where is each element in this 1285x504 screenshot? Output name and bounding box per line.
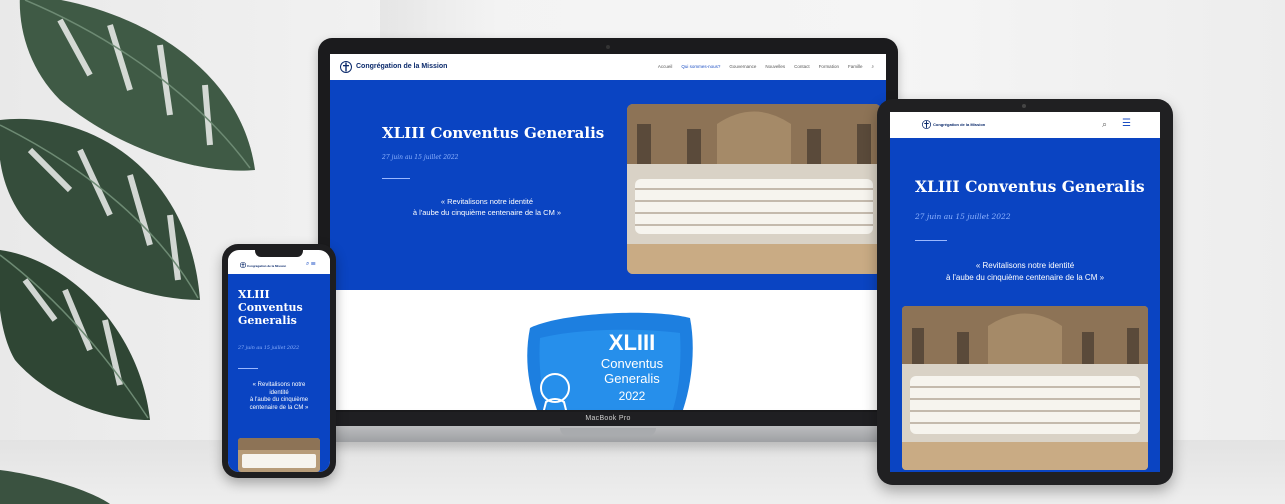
hero-quote-line-4: centenaire de la CM » [249, 404, 309, 411]
hero-quote-line-1: « Revitalisons notre [252, 382, 306, 388]
hero-title-line-2: Conventus [238, 301, 303, 314]
phone-screen: Congrégation de la Mission ⌕ ☰ XLIII Con… [228, 250, 330, 472]
hero-date: 27 juin au 15 juillet 2022 [238, 346, 300, 351]
tablet-screen: Congrégation de la Mission ⌕ ☰ XLIII Con… [890, 112, 1160, 472]
search-icon[interactable]: ⌕ [871, 64, 874, 69]
nav-item-famille[interactable]: Famille [848, 64, 863, 69]
site-logo-text[interactable]: Congrégation de la Mission [933, 122, 985, 127]
tablet-navbar: Congrégation de la Mission ⌕ ☰ [890, 112, 1160, 138]
group-photo [238, 438, 320, 472]
search-icon[interactable]: ⌕ [306, 261, 309, 267]
nav-item-accueil[interactable]: Accueil [658, 64, 673, 69]
hamburger-menu-icon[interactable]: ☰ [311, 261, 316, 267]
hero-date: 27 juin au 15 juillet 2022 [382, 154, 459, 161]
event-logo-line-4: 2022 [619, 389, 646, 403]
hero-divider [238, 368, 258, 369]
group-photo [627, 104, 881, 274]
cross-logo-icon [240, 261, 246, 269]
cross-logo-icon [340, 61, 352, 73]
tablet-camera [1022, 104, 1026, 108]
hero-divider [382, 178, 410, 179]
site-logo-text[interactable]: Congrégation de la Mission [247, 264, 286, 268]
hero-quote-line-3: à l'aube du cinquième [249, 397, 309, 403]
hero-title: XLIII Conventus Generalis [915, 177, 1145, 196]
hero-title: XLIII Conventus Generalis [382, 124, 605, 142]
site-logo-text[interactable]: Congrégation de la Mission [356, 63, 447, 70]
hero-title-line-1: XLIII [238, 288, 270, 301]
nav-item-nouvelles[interactable]: Nouvelles [765, 64, 785, 69]
event-logo-line-3: Generalis [604, 371, 660, 386]
nav-item-contact[interactable]: Contact [794, 64, 810, 69]
hero-divider [915, 240, 947, 241]
hero-quote-line-2: à l'aube du cinquième centenaire de la C… [412, 208, 562, 217]
laptop-screen: Congrégation de la Mission Accueil Qui s… [330, 54, 886, 410]
hero-quote: « Revitalisons notre identité à l'aube d… [234, 382, 324, 412]
nav-item-gouvernance[interactable]: Gouvernance [729, 64, 756, 69]
nav-item-formation[interactable]: Formation [819, 64, 839, 69]
cross-logo-icon [922, 120, 931, 129]
hero-quote-line-2: identité [269, 389, 289, 396]
hero-quote-line-1: « Revitalisons notre identité [975, 261, 1075, 270]
laptop-model-label: MacBook Pro [585, 415, 631, 422]
hero-quote-line-1: « Revitalisons notre identité [440, 197, 534, 206]
laptop-navbar: Congrégation de la Mission Accueil Qui s… [330, 54, 886, 81]
nav-item-qui-sommes-nous[interactable]: Qui sommes-nous? [681, 64, 720, 69]
laptop-nav-menu: Accueil Qui sommes-nous? Gouvernance Nou… [658, 64, 874, 69]
hero-quote: « Revitalisons notre identité à l'aube d… [900, 260, 1150, 284]
hero-quote-line-2: à l'aube du cinquième centenaire de la C… [945, 273, 1105, 282]
group-photo [902, 306, 1148, 470]
hero-title: XLIII Conventus Generalis [238, 288, 328, 327]
laptop-camera [606, 45, 610, 49]
event-logo-artwork: XLIII Conventus Generalis 2022 [527, 312, 693, 410]
hero-date: 27 juin au 15 juillet 2022 [915, 212, 1011, 221]
phone-nav-icons: ⌕ ☰ [306, 261, 316, 268]
hero-quote: « Revitalisons notre identité à l'aube d… [382, 196, 592, 218]
event-logo-line-2: Conventus [601, 356, 664, 371]
phone-navbar: Congrégation de la Mission ⌕ ☰ [228, 256, 330, 274]
hero-title-line-3: Generalis [238, 314, 297, 327]
phone-notch [255, 250, 303, 257]
event-logo-line-1: XLIII [609, 330, 655, 355]
hamburger-menu-icon[interactable]: ☰ [1122, 118, 1131, 129]
laptop-notch [560, 428, 656, 436]
search-icon[interactable]: ⌕ [1102, 119, 1107, 130]
